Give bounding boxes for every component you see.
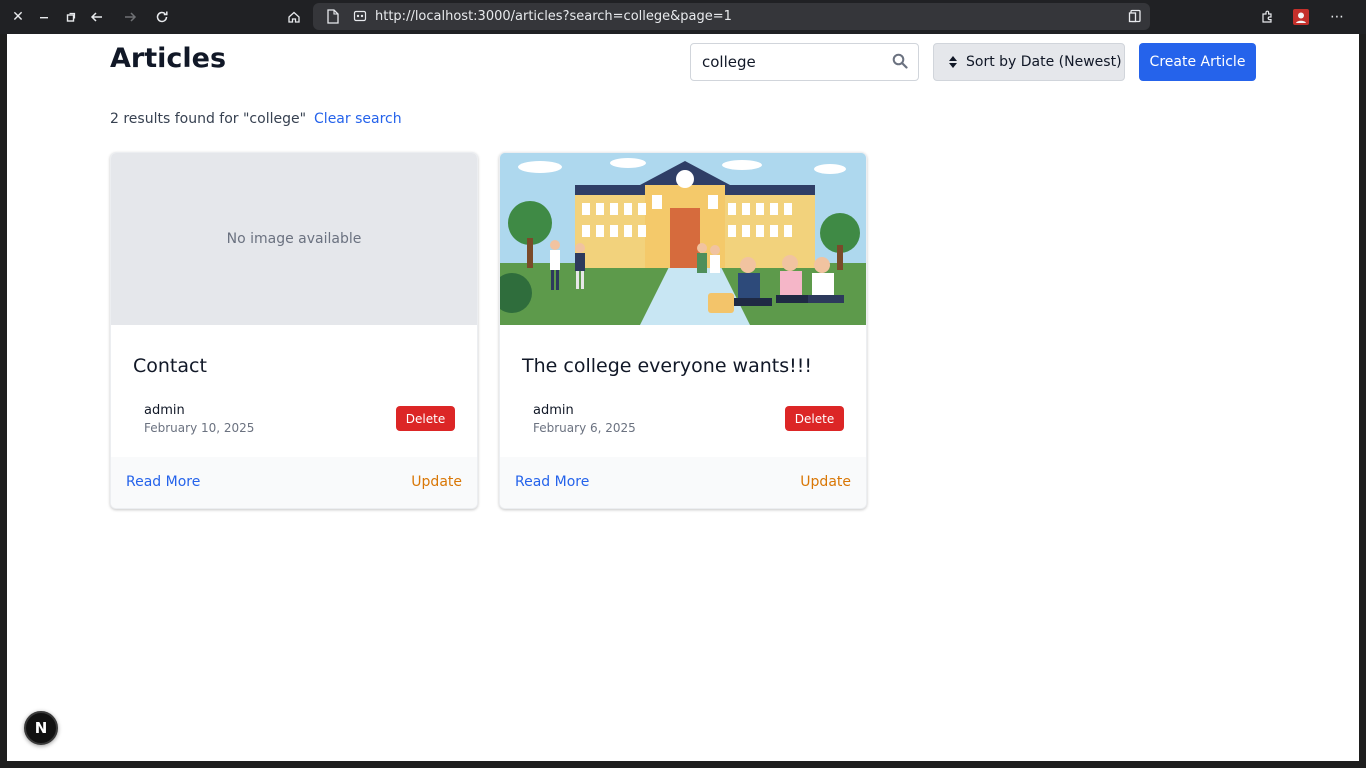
update-link[interactable]: Update [411, 474, 462, 490]
article-author: admin [144, 403, 185, 418]
article-image-placeholder: No image available [111, 153, 477, 325]
sort-icon [949, 56, 957, 68]
article-author: admin [533, 403, 574, 418]
article-date: February 10, 2025 [144, 421, 255, 435]
sort-label: Sort by Date (Newest) [966, 54, 1122, 70]
menu-icon[interactable]: ⋯ [1326, 6, 1348, 28]
article-image [500, 153, 866, 325]
read-more-link[interactable]: Read More [515, 474, 589, 490]
browser-toolbar: ✕ http://localhost:3000/articles?search=… [0, 0, 1366, 34]
update-link[interactable]: Update [800, 474, 851, 490]
address-bar[interactable]: http://localhost:3000/articles?search=co… [313, 3, 1150, 30]
page-title: Articles [110, 43, 227, 74]
home-icon[interactable] [283, 6, 305, 28]
search-input[interactable] [702, 52, 882, 72]
results-summary: 2 results found for "college" Clear searc… [110, 111, 402, 127]
articles-header: Articles Sort by Date (Newest) Create Ar… [110, 34, 1256, 94]
reading-mode-icon[interactable] [1128, 9, 1142, 23]
url-text: http://localhost:3000/articles?search=co… [375, 9, 732, 24]
create-article-button[interactable]: Create Article [1139, 43, 1256, 81]
minimize-window-icon[interactable] [33, 6, 55, 28]
college-illustration [500, 153, 866, 325]
page-content: Articles Sort by Date (Newest) Create Ar… [7, 34, 1359, 761]
card-footer: Read More Update [111, 457, 477, 508]
article-card: No image available Contact admin Februar… [110, 152, 478, 509]
article-date: February 6, 2025 [533, 421, 636, 435]
card-footer: Read More Update [500, 457, 866, 508]
extensions-icon[interactable] [1256, 6, 1278, 28]
article-card: The college everyone wants!!! admin Febr… [499, 152, 867, 509]
page-info-icon[interactable] [327, 9, 339, 24]
results-count-text: 2 results found for "college" [110, 111, 307, 127]
clear-search-link[interactable]: Clear search [314, 111, 402, 127]
sort-button[interactable]: Sort by Date (Newest) [933, 43, 1125, 81]
delete-button[interactable]: Delete [785, 406, 844, 431]
restore-window-icon[interactable] [60, 6, 82, 28]
no-image-text: No image available [226, 231, 362, 247]
delete-button[interactable]: Delete [396, 406, 455, 431]
read-more-link[interactable]: Read More [126, 474, 200, 490]
back-icon[interactable] [86, 6, 108, 28]
reload-icon[interactable] [151, 6, 173, 28]
search-icon[interactable] [892, 53, 908, 69]
close-window-icon[interactable]: ✕ [7, 6, 29, 28]
profile-avatar-icon[interactable] [1290, 6, 1312, 28]
article-title[interactable]: The college everyone wants!!! [522, 355, 812, 377]
article-title[interactable]: Contact [133, 355, 207, 377]
site-settings-icon[interactable] [353, 9, 367, 23]
search-box[interactable] [690, 43, 919, 81]
forward-icon[interactable] [119, 6, 141, 28]
nextjs-dev-indicator-icon[interactable]: N [24, 711, 58, 745]
